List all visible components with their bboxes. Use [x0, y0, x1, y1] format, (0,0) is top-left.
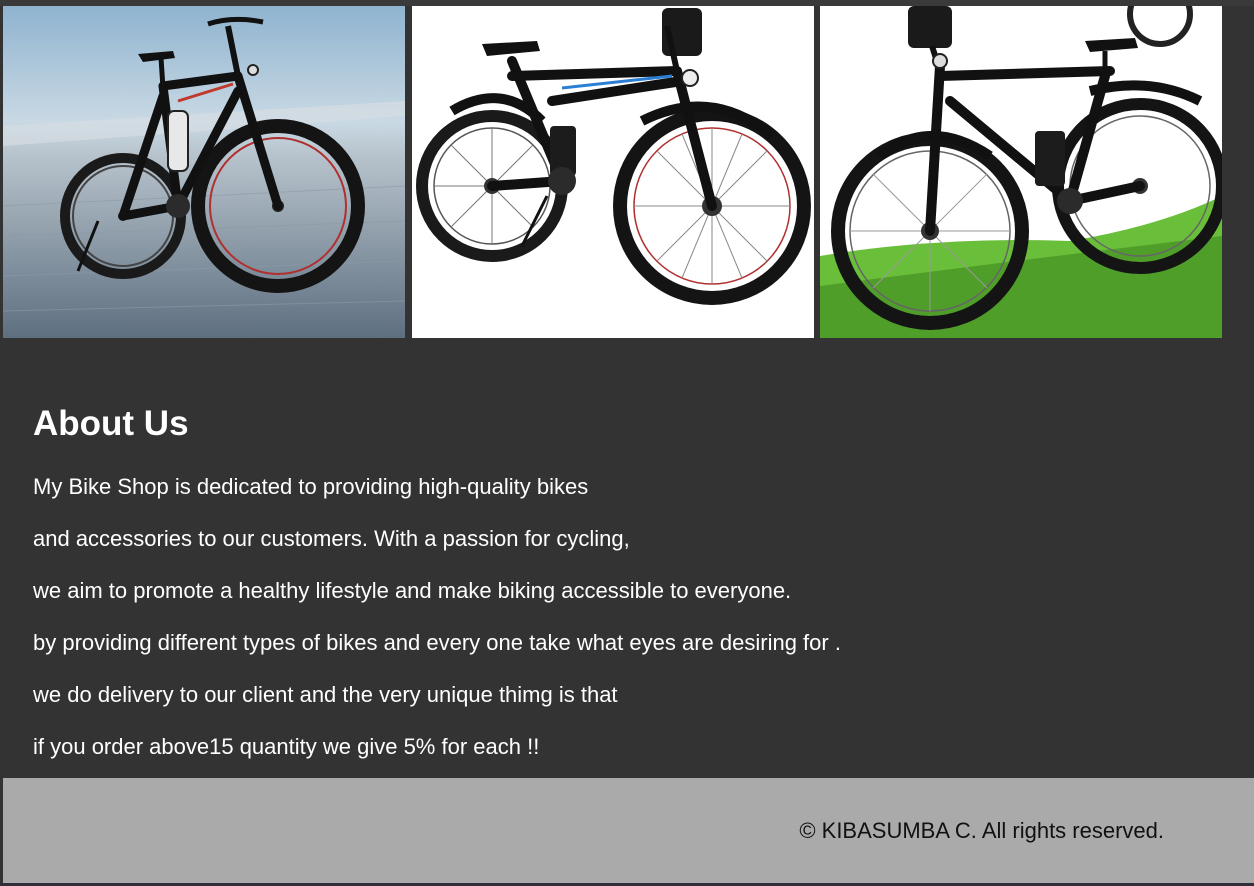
copyright-text: © KIBASUMBA C. All rights reserved.	[799, 818, 1164, 843]
bike-image-2[interactable]	[412, 6, 814, 338]
about-section: About Us My Bike Shop is dedicated to pr…	[33, 400, 841, 786]
about-heading: About Us	[33, 404, 189, 443]
bike-gallery	[0, 6, 1254, 338]
bike-image-3[interactable]	[820, 6, 1222, 338]
footer: © KIBASUMBA C. All rights reserved.	[3, 778, 1254, 883]
bike-image-1[interactable]	[3, 6, 405, 338]
about-text: My Bike Shop is dedicated to providing h…	[33, 474, 841, 760]
about-line-6: if you order above15 quantity we give 5%…	[33, 734, 540, 759]
bike-grass-photo	[820, 6, 1222, 338]
about-line-5: we do delivery to our client and the ver…	[33, 682, 618, 707]
bike-white-photo	[412, 6, 814, 338]
about-line-1: My Bike Shop is dedicated to providing h…	[33, 474, 589, 499]
about-line-3: we aim to promote a healthy lifestyle an…	[33, 578, 792, 603]
about-line-2: and accessories to our customers. With a…	[33, 526, 630, 551]
about-line-4: by providing different types of bikes an…	[33, 630, 841, 655]
page: About Us My Bike Shop is dedicated to pr…	[0, 0, 1254, 886]
bike-road-photo	[3, 6, 405, 338]
